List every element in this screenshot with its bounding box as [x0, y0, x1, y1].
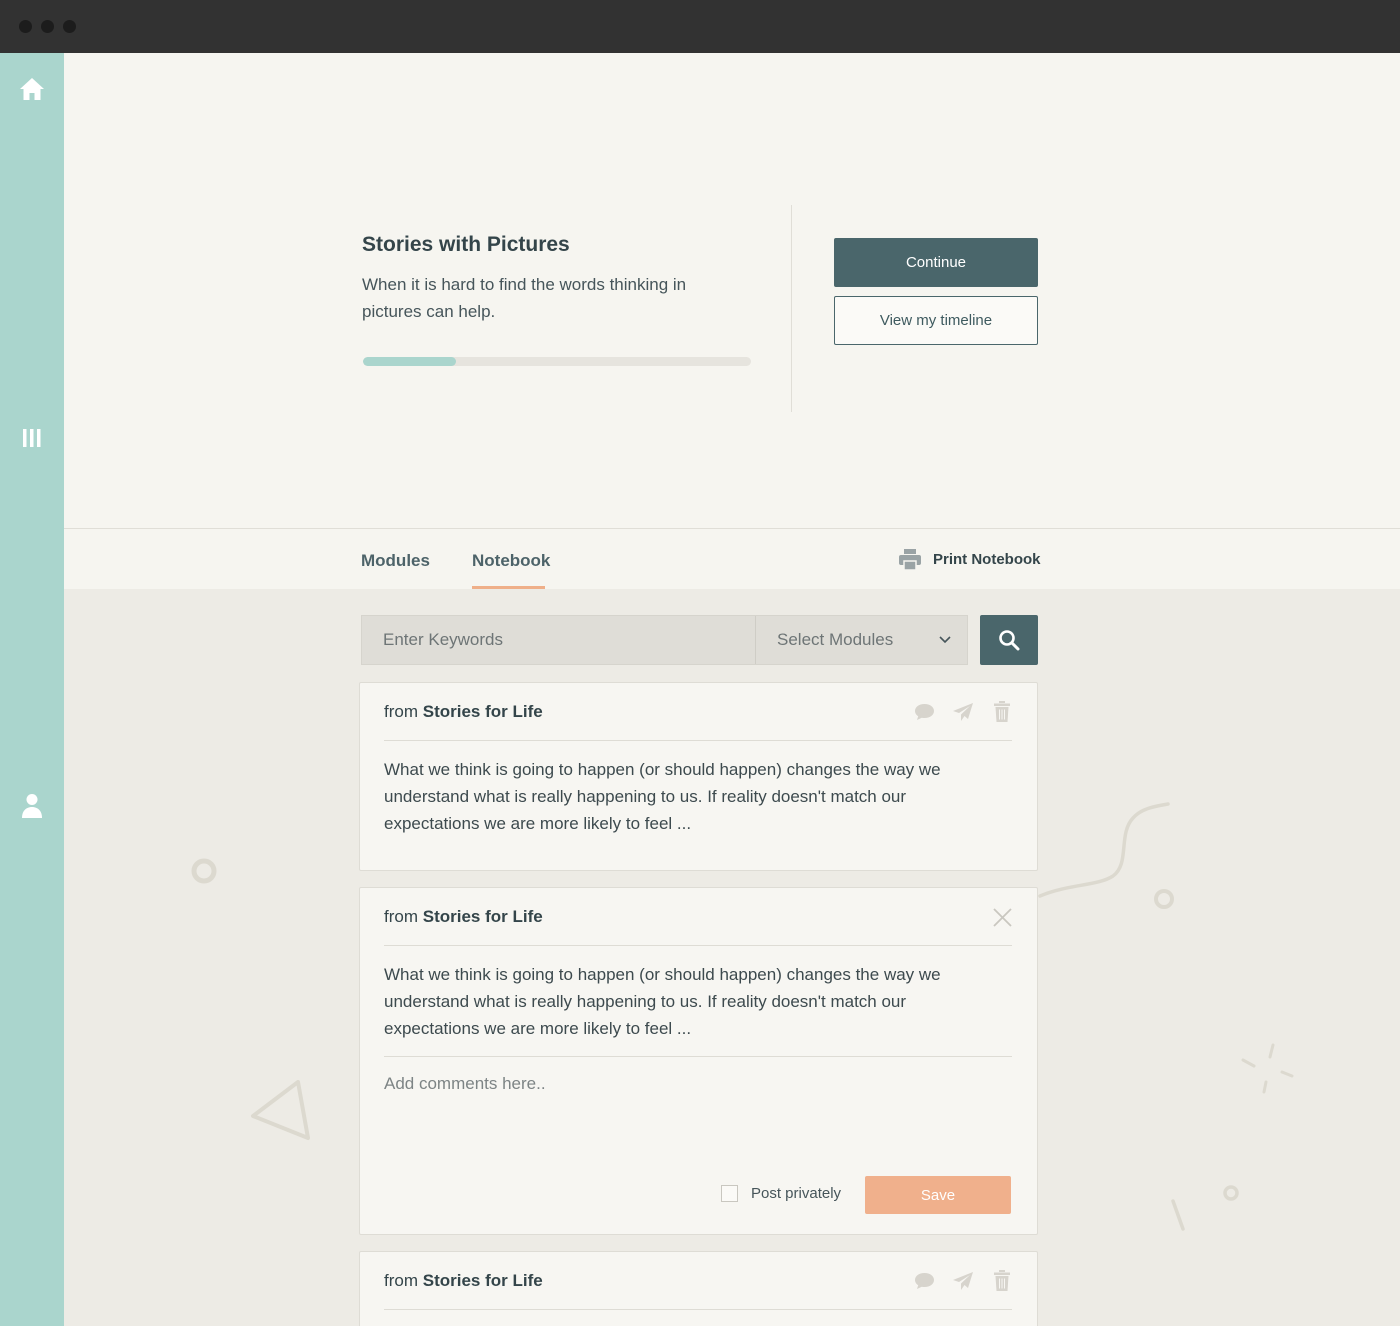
post-privately-checkbox[interactable] — [721, 1185, 738, 1202]
decorative-sparkle-doodle — [1241, 1043, 1294, 1094]
decorative-small-ring-doodle — [1223, 1185, 1239, 1201]
comment-input[interactable] — [384, 1074, 1012, 1154]
view-timeline-button[interactable]: View my timeline — [834, 296, 1038, 345]
sidebar-item-profile[interactable] — [0, 793, 64, 819]
entry-actions — [913, 701, 1013, 723]
comment-button[interactable] — [913, 701, 935, 723]
decorative-stroke-doodle — [1171, 1199, 1185, 1231]
print-notebook-button[interactable]: Print Notebook — [899, 549, 1041, 570]
post-privately-label: Post privately — [751, 1185, 842, 1202]
close-icon — [992, 907, 1012, 927]
trash-icon — [994, 701, 1010, 722]
decorative-triangle-doodle — [251, 1080, 310, 1140]
modules-icon — [23, 429, 41, 447]
save-comment-button[interactable]: Save — [865, 1176, 1011, 1214]
entry-actions — [913, 1270, 1013, 1292]
delete-button[interactable] — [991, 701, 1013, 723]
post-privately-toggle[interactable]: Post privately — [721, 1185, 841, 1202]
entry-source: from Stories for Life — [384, 907, 543, 927]
entry-source: from Stories for Life — [384, 1271, 543, 1291]
header-divider — [791, 205, 792, 412]
notebook-entry: from Stories for Life — [359, 1251, 1038, 1326]
course-progress-fill — [363, 357, 457, 366]
entry-actions — [991, 906, 1013, 928]
profile-icon — [22, 794, 42, 818]
entry-divider — [384, 1309, 1012, 1310]
window-maximize-button[interactable] — [63, 20, 76, 33]
continue-button[interactable]: Continue — [834, 238, 1038, 287]
entry-source-name: Stories for Life — [422, 907, 543, 926]
active-tab-indicator — [472, 586, 545, 589]
entry-text: What we think is going to happen (or sho… — [384, 760, 941, 833]
decorative-circle-doodle — [191, 858, 217, 884]
search-button[interactable] — [980, 615, 1038, 665]
entry-source: from Stories for Life — [384, 702, 543, 722]
course-progress-bar — [363, 357, 751, 366]
entry-from-prefix: from — [384, 702, 418, 721]
printer-icon — [899, 549, 921, 570]
window-minimize-button[interactable] — [41, 20, 54, 33]
sidebar-item-modules[interactable] — [0, 428, 64, 448]
tab-notebook[interactable]: Notebook — [472, 551, 550, 571]
comment-icon — [914, 1273, 934, 1289]
trash-icon — [994, 1270, 1010, 1291]
notebook-entry: from Stories for Life What we think is g… — [359, 682, 1038, 871]
window-close-button[interactable] — [19, 20, 32, 33]
send-icon — [953, 703, 973, 721]
entry-divider — [384, 945, 1012, 946]
course-title: Stories with Pictures — [362, 233, 570, 256]
comment-divider — [384, 1056, 1012, 1057]
notebook-entry-expanded: from Stories for Life What we think is g… — [359, 887, 1038, 1235]
modules-select[interactable]: Select Modules — [755, 616, 967, 664]
entry-text: What we think is going to happen (or sho… — [384, 965, 941, 1038]
comment-icon — [914, 704, 934, 720]
notebook-search-bar: Select Modules — [361, 615, 968, 665]
modules-select-label: Select Modules — [777, 630, 894, 649]
delete-button[interactable] — [991, 1270, 1013, 1292]
decorative-ring-doodle — [1154, 889, 1174, 909]
entry-divider — [384, 740, 1012, 741]
tab-bar: Modules Notebook — [64, 528, 1400, 589]
chevron-down-icon — [939, 636, 951, 644]
tab-modules[interactable]: Modules — [361, 551, 430, 571]
sidebar — [0, 53, 64, 1326]
sidebar-item-home[interactable] — [0, 77, 64, 101]
entry-source-name: Stories for Life — [422, 1271, 543, 1290]
search-icon — [999, 630, 1020, 651]
entry-source-name: Stories for Life — [422, 702, 543, 721]
keywords-input[interactable] — [362, 616, 755, 664]
close-entry-button[interactable] — [991, 906, 1013, 928]
send-icon — [953, 1272, 973, 1290]
course-header — [64, 53, 1400, 528]
home-icon — [20, 78, 44, 100]
course-description: When it is hard to find the words thinki… — [362, 275, 687, 321]
entry-from-prefix: from — [384, 907, 418, 926]
comment-button[interactable] — [913, 1270, 935, 1292]
entry-from-prefix: from — [384, 1271, 418, 1290]
share-button[interactable] — [952, 1270, 974, 1292]
window-titlebar — [0, 0, 1400, 53]
print-notebook-label: Print Notebook — [933, 551, 1041, 568]
share-button[interactable] — [952, 701, 974, 723]
